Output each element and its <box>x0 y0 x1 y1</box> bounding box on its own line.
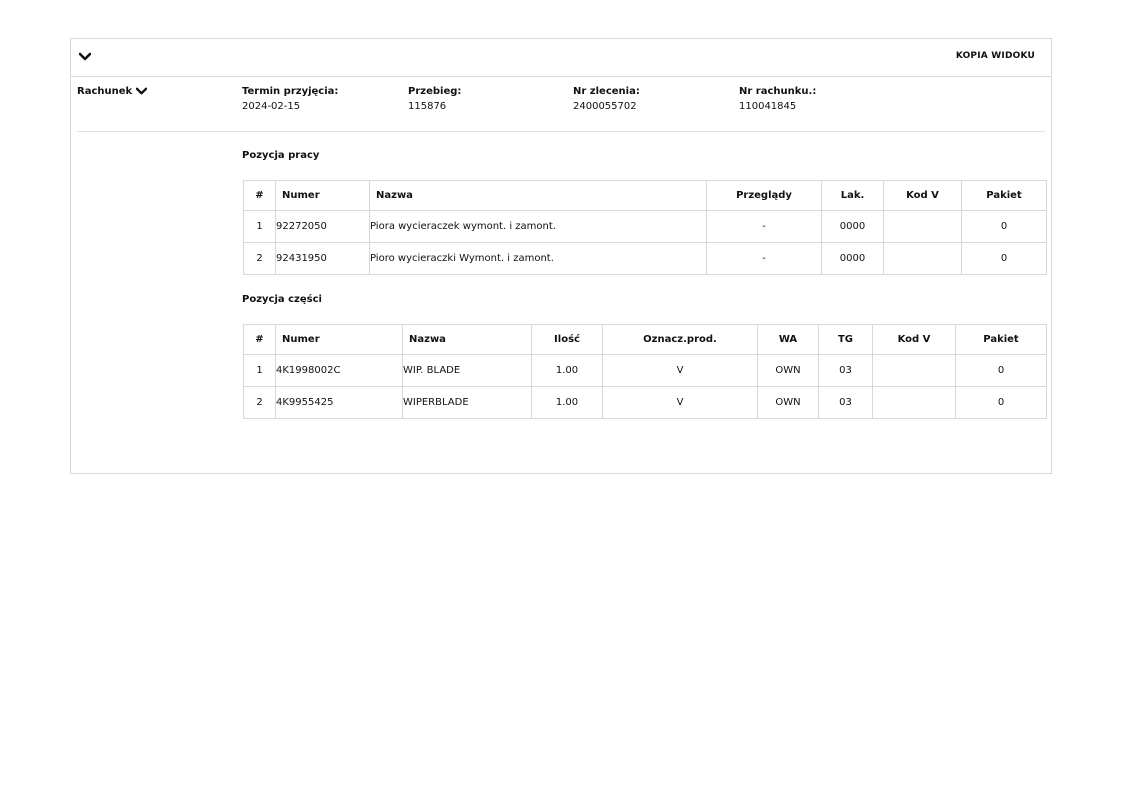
cell-index: 1 <box>243 210 276 243</box>
parts-title: Pozycja części <box>242 294 322 305</box>
col-header: # <box>243 324 276 355</box>
chevron-down-icon <box>136 87 148 97</box>
chevron-down-icon[interactable] <box>79 52 91 62</box>
col-header: Pakiet <box>961 180 1047 211</box>
meta-value: 2024-02-15 <box>242 101 301 112</box>
col-header: Nazwa <box>369 180 707 211</box>
col-header: Nazwa <box>402 324 532 355</box>
rachunek-toggle[interactable]: Rachunek <box>77 86 148 97</box>
cell-index: 1 <box>243 354 276 387</box>
cell-numer: 4K1998002C <box>275 354 403 387</box>
cell-lak: 0000 <box>821 242 884 275</box>
parts-table: # Numer Nazwa Ilość Oznacz.prod. WA TG K… <box>243 324 1047 419</box>
col-header: Pakiet <box>955 324 1047 355</box>
table-header-row: # Numer Nazwa Przeglądy Lak. Kod V Pakie… <box>243 180 1047 211</box>
table-row: 1 92272050 Piora wycieraczek wymont. i z… <box>243 210 1047 243</box>
cell-pakiet: 0 <box>961 242 1047 275</box>
cell-pakiet: 0 <box>955 386 1047 419</box>
col-header: Numer <box>275 180 370 211</box>
cell-kod-v <box>872 386 956 419</box>
col-header: Kod V <box>883 180 962 211</box>
meta-label: Nr rachunku.: <box>739 86 817 97</box>
col-header: WA <box>757 324 819 355</box>
col-header: # <box>243 180 276 211</box>
cell-oznacz: V <box>602 386 758 419</box>
cell-ilosc: 1.00 <box>531 354 603 387</box>
col-header: Oznacz.prod. <box>602 324 758 355</box>
meta-value: 110041845 <box>739 101 797 112</box>
section-title: Rachunek <box>77 86 133 97</box>
table-row: 2 4K9955425 WIPERBLADE 1.00 V OWN 03 0 <box>243 386 1047 419</box>
meta-label: Przebieg: <box>408 86 462 97</box>
col-header: Ilość <box>531 324 603 355</box>
work-table: # Numer Nazwa Przeglądy Lak. Kod V Pakie… <box>243 180 1047 275</box>
meta-value: 115876 <box>408 101 447 112</box>
meta-termin: Termin przyjęcia: 2024-02-15 <box>242 86 338 112</box>
cell-wa: OWN <box>757 354 819 387</box>
cell-tg: 03 <box>818 354 873 387</box>
cell-nazwa: Pioro wycieraczki Wymont. i zamont. <box>369 242 707 275</box>
invoice-panel: KOPIA WIDOKU Rachunek Termin przyjęcia: … <box>70 38 1052 474</box>
cell-tg: 03 <box>818 386 873 419</box>
meta-przebieg: Przebieg: 115876 <box>408 86 461 112</box>
meta-value: 2400055702 <box>573 101 637 112</box>
cell-przeglady: - <box>706 210 822 243</box>
cell-pakiet: 0 <box>955 354 1047 387</box>
cell-pakiet: 0 <box>961 210 1047 243</box>
cell-kod-v <box>883 210 962 243</box>
panel-header: KOPIA WIDOKU <box>71 39 1051 77</box>
cell-wa: OWN <box>757 386 819 419</box>
cell-kod-v <box>883 242 962 275</box>
cell-przeglady: - <box>706 242 822 275</box>
cell-numer: 92431950 <box>275 242 370 275</box>
col-header: Lak. <box>821 180 884 211</box>
meta-nr-rachunku: Nr rachunku.: 110041845 <box>739 86 816 112</box>
table-row: 2 92431950 Pioro wycieraczki Wymont. i z… <box>243 242 1047 275</box>
cell-numer: 4K9955425 <box>275 386 403 419</box>
col-header: Kod V <box>872 324 956 355</box>
cell-oznacz: V <box>602 354 758 387</box>
cell-index: 2 <box>243 242 276 275</box>
col-header: Numer <box>275 324 403 355</box>
cell-ilosc: 1.00 <box>531 386 603 419</box>
col-header: Przeglądy <box>706 180 822 211</box>
work-title: Pozycja pracy <box>242 150 320 161</box>
cell-index: 2 <box>243 386 276 419</box>
col-header: TG <box>818 324 873 355</box>
cell-nazwa: WIPERBLADE <box>402 386 532 419</box>
kopia-widoku-button[interactable]: KOPIA WIDOKU <box>956 51 1035 61</box>
divider <box>77 131 1045 132</box>
meta-label: Nr zlecenia: <box>573 86 640 97</box>
cell-nazwa: WIP. BLADE <box>402 354 532 387</box>
meta-label: Termin przyjęcia: <box>242 86 339 97</box>
cell-nazwa: Piora wycieraczek wymont. i zamont. <box>369 210 707 243</box>
table-header-row: # Numer Nazwa Ilość Oznacz.prod. WA TG K… <box>243 324 1047 355</box>
meta-nr-zlecenia: Nr zlecenia: 2400055702 <box>573 86 640 112</box>
cell-numer: 92272050 <box>275 210 370 243</box>
cell-kod-v <box>872 354 956 387</box>
cell-lak: 0000 <box>821 210 884 243</box>
table-row: 1 4K1998002C WIP. BLADE 1.00 V OWN 03 0 <box>243 354 1047 387</box>
